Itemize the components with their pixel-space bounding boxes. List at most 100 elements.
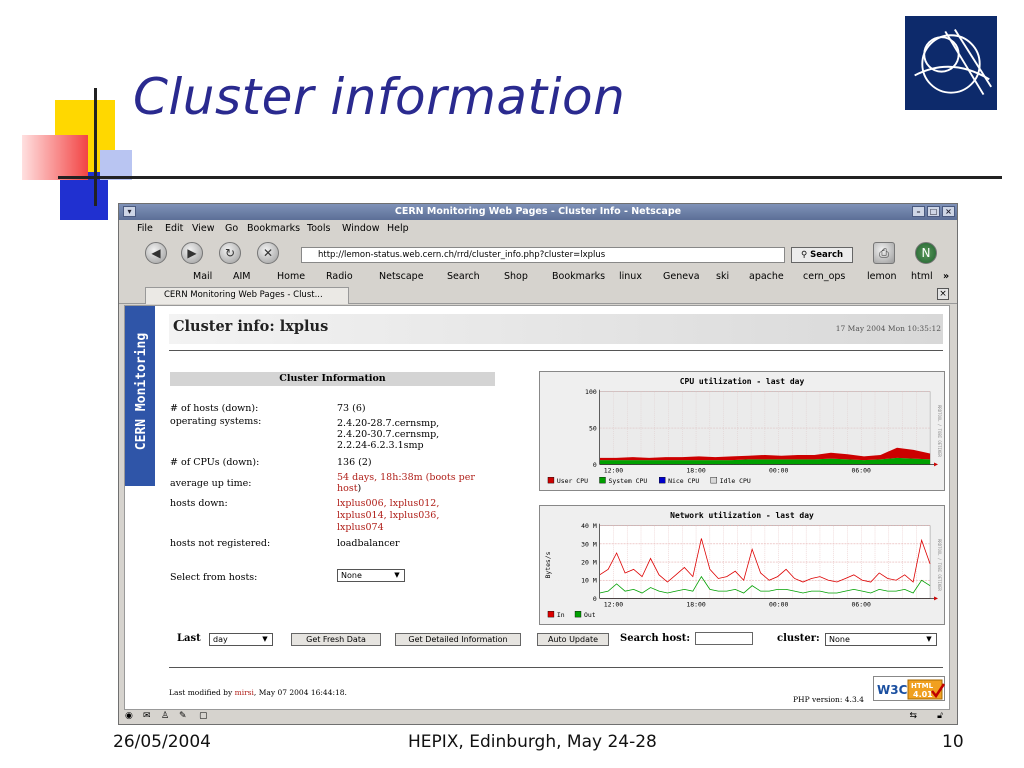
x-axis-arrow	[934, 462, 939, 467]
page-datetime: 17 May 2004 Mon 10:35:12	[835, 324, 941, 333]
legend-label: In	[557, 611, 565, 619]
bookmark-home[interactable]: Home	[277, 268, 305, 286]
sidebar-banner: CERN Monitoring	[125, 306, 155, 486]
y-tick-label: 10 M	[581, 577, 597, 585]
x-tick-label: 18:00	[686, 466, 706, 474]
hosts-down-link-3[interactable]: lxplus074	[337, 522, 384, 533]
back-icon[interactable]: ◀	[145, 242, 167, 264]
boots-per-host-link-2[interactable]: host	[337, 483, 358, 494]
bookmark-folder-cern-ops[interactable]: cern_ops	[803, 268, 845, 286]
legend-label: Idle CPU	[720, 477, 751, 485]
bookmark-folder-lemon[interactable]: lemon	[867, 268, 897, 286]
print-icon[interactable]: ⎙	[873, 242, 895, 264]
menu-bar: File Edit View Go Bookmarks Tools Window…	[119, 220, 957, 237]
chevron-down-icon: ▼	[394, 571, 400, 579]
stop-icon[interactable]: ✕	[257, 242, 279, 264]
search-host-label: Search host:	[620, 633, 691, 644]
addressbook-icon[interactable]: ▢	[199, 711, 208, 721]
cern-logo	[905, 16, 997, 110]
y-tick-label: 100	[585, 388, 597, 396]
y-tick-label: 30 M	[581, 540, 597, 548]
legend-label: Nice CPU	[668, 477, 699, 485]
bookmarks-overflow-icon[interactable]: »	[943, 268, 949, 286]
hosts-down-link-2[interactable]: lxplus014, lxplus036,	[337, 510, 439, 521]
bookmark-netscape[interactable]: Netscape	[379, 268, 424, 286]
menu-bookmarks[interactable]: Bookmarks	[247, 220, 300, 237]
bookmark-shop[interactable]: Shop	[504, 268, 528, 286]
security-lock-icon[interactable]: 🔓︎	[937, 711, 943, 721]
bookmark-folder-bookmarks[interactable]: Bookmarks	[552, 268, 605, 286]
cluster-select[interactable]: None ▼	[825, 633, 937, 646]
bookmark-mail[interactable]: Mail	[193, 268, 212, 286]
close-tab-icon[interactable]: ×	[937, 288, 949, 300]
aim-icon[interactable]: ♙	[161, 711, 169, 721]
bookmark-radio[interactable]: Radio	[326, 268, 353, 286]
chevron-down-icon: ▼	[262, 635, 268, 643]
x-tick-label: 18:00	[686, 600, 706, 608]
footer-date: 26/05/2004	[113, 732, 211, 752]
hosts-select[interactable]: None ▼	[337, 569, 405, 582]
bookmark-aim[interactable]: AIM	[233, 268, 251, 286]
menu-go[interactable]: Go	[225, 220, 238, 237]
uptime-value: 54 days, 18h:38m (boots per	[337, 472, 475, 483]
menu-tools[interactable]: Tools	[307, 220, 330, 237]
menu-window[interactable]: Window	[342, 220, 379, 237]
get-detailed-info-button[interactable]: Get Detailed Information	[395, 633, 521, 646]
bookmark-folder-geneva[interactable]: Geneva	[663, 268, 700, 286]
navigator-icon[interactable]: ◉	[125, 711, 133, 721]
menu-view[interactable]: View	[192, 220, 215, 237]
bookmark-folder-linux[interactable]: linux	[619, 268, 642, 286]
minimize-button[interactable]: –	[912, 206, 925, 217]
menu-file[interactable]: File	[137, 220, 153, 237]
y-tick-label: 40 M	[581, 522, 597, 530]
window-menu-button[interactable]: ▾	[123, 206, 136, 217]
header-divider	[169, 350, 943, 351]
x-axis-arrow	[934, 596, 939, 601]
legend-label: System CPU	[608, 477, 647, 485]
menu-edit[interactable]: Edit	[165, 220, 183, 237]
bookmark-folder-ski[interactable]: ski	[716, 268, 729, 286]
menu-help[interactable]: Help	[387, 220, 409, 237]
cpu-chart-svg: CPU utilization - last day 0 50 100 12:00 18:…	[547, 376, 942, 485]
bookmark-folder-apache[interactable]: apache	[749, 268, 784, 286]
url-bar[interactable]: http://lemon-status.web.cern.ch/rrd/clus…	[301, 247, 785, 263]
footer-event: HEPIX, Edinburgh, May 24-28	[408, 732, 657, 752]
search-host-input[interactable]	[695, 632, 753, 645]
select-hosts-label: Select from hosts:	[170, 572, 258, 583]
w3c-html-icon: W3C HTML 4.01	[877, 679, 946, 700]
hosts-down-link-1[interactable]: lxplus006, lxplus012,	[337, 498, 439, 509]
composer-icon[interactable]: ✎	[179, 711, 187, 721]
navigation-toolbar: ◀ ▶ ↻ ✕ http://lemon-status.web.cern.ch/…	[119, 238, 957, 268]
reload-icon[interactable]: ↻	[219, 242, 241, 264]
tab-cluster-info[interactable]: CERN Monitoring Web Pages - Clust...	[145, 287, 349, 304]
os-value-3: 2.2.24-6.2.3.1smp	[337, 440, 424, 451]
os-value-2: 2.4.20-30.7.cernsmp,	[337, 429, 440, 440]
auto-update-button[interactable]: Auto Update	[537, 633, 609, 646]
legend-label: User CPU	[557, 477, 588, 485]
maximize-button[interactable]: □	[927, 206, 940, 217]
mail-icon[interactable]: ✉	[143, 711, 151, 721]
y-tick-label: 0	[593, 461, 597, 469]
get-fresh-data-button[interactable]: Get Fresh Data	[291, 633, 381, 646]
netscape-icon[interactable]: N	[915, 242, 937, 264]
page-heading: Cluster info: lxplus	[173, 318, 329, 335]
boots-per-host-link[interactable]: (boots per	[426, 472, 475, 483]
cpus-label: # of CPUs (down):	[170, 457, 260, 468]
os-value-1: 2.4.20-28.7.cernsmp,	[337, 418, 440, 429]
w3c-badge[interactable]: W3C HTML 4.01	[873, 676, 946, 701]
search-icon: ⚲	[800, 250, 811, 260]
deco-horizontal-line	[58, 176, 1002, 179]
forward-icon[interactable]: ▶	[181, 242, 203, 264]
close-button[interactable]: ×	[942, 206, 955, 217]
search-button[interactable]: ⚲ Search	[791, 247, 853, 263]
svg-text:W3C: W3C	[877, 683, 908, 697]
cpu-chart: CPU utilization - last day 0 50 100 12:00 18:…	[539, 371, 945, 491]
bookmark-folder-html[interactable]: html	[911, 268, 933, 286]
slide-title: Cluster information	[133, 68, 626, 126]
period-select[interactable]: day ▼	[209, 633, 273, 646]
rrdtool-credit: RRDTOOL / TOBI OETIKER	[937, 539, 942, 591]
bookmark-search[interactable]: Search	[447, 268, 480, 286]
page-content: CERN Monitoring Cluster info: lxplus 17 …	[124, 305, 950, 710]
last-modified-user-link[interactable]: mirsi	[235, 688, 254, 697]
online-status-icon: ⇆	[909, 711, 917, 721]
